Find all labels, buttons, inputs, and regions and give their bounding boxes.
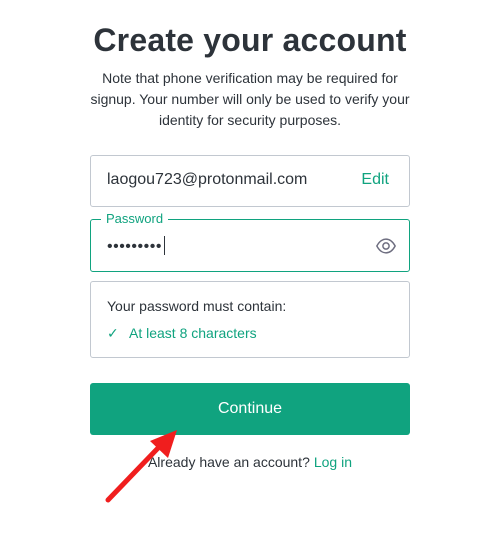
text-caret bbox=[163, 236, 165, 255]
login-prompt-row: Already have an account? Log in bbox=[0, 454, 500, 470]
login-link[interactable]: Log in bbox=[314, 454, 352, 470]
requirement-label: At least 8 characters bbox=[129, 325, 257, 341]
edit-email-link[interactable]: Edit bbox=[361, 171, 389, 189]
page-subtitle: Note that phone verification may be requ… bbox=[90, 70, 410, 128]
password-field[interactable]: Password ••••••••• bbox=[90, 211, 410, 272]
requirements-title: Your password must contain: bbox=[107, 298, 287, 314]
check-icon: ✓ bbox=[107, 325, 119, 341]
page-title: Create your account bbox=[93, 22, 407, 58]
continue-button[interactable]: Continue bbox=[90, 383, 410, 435]
email-value: laogou723@protonmail.com bbox=[107, 171, 308, 188]
password-masked-text: ••••••••• bbox=[107, 238, 162, 255]
password-label: Password bbox=[101, 211, 169, 227]
eye-icon[interactable] bbox=[375, 235, 397, 257]
requirement-item: ✓ At least 8 characters bbox=[107, 325, 257, 342]
login-prompt-text: Already have an account? bbox=[147, 454, 310, 470]
password-value: ••••••••• bbox=[107, 236, 165, 256]
email-field: laogou723@protonmail.com Edit bbox=[90, 155, 410, 207]
password-requirements: Your password must contain: ✓ At least 8 … bbox=[90, 281, 410, 358]
